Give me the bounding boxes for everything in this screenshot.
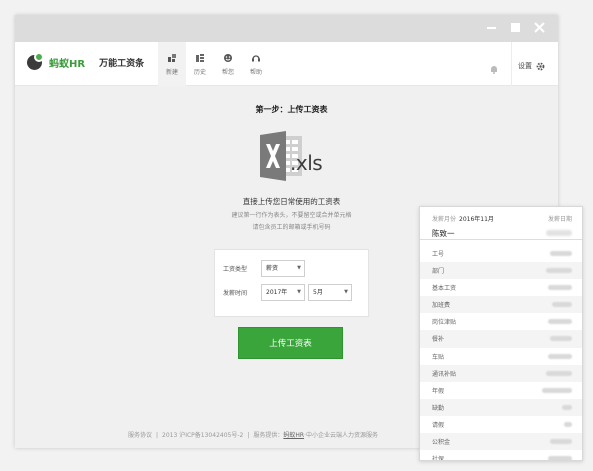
- product-name: 万能工资条: [99, 58, 145, 69]
- service-terms-link[interactable]: 服务协议: [128, 432, 152, 439]
- tab-help-you[interactable]: 帮您: [214, 42, 242, 86]
- blurred-value: [548, 285, 572, 291]
- settings-button[interactable]: 设置: [518, 56, 545, 75]
- payslip-row: 部门: [420, 262, 582, 280]
- payslip-header: 发薪月份 2016年11月 发薪日期 陈致一: [420, 207, 582, 240]
- payslip-row-label: 请假: [432, 421, 445, 429]
- payslip-row-label: 加班费: [432, 302, 451, 310]
- payslip-row-label: 餐补: [432, 336, 445, 344]
- blurred-value: [550, 251, 572, 256]
- employee-name: 陈致一: [432, 229, 455, 238]
- logo[interactable]: 蚂蚁HR 万能工资条: [25, 52, 144, 72]
- blurred-value: [546, 370, 572, 376]
- payslip-row-label: 基本工资: [432, 285, 457, 293]
- step-title: 第一步：上传工资表: [255, 105, 328, 114]
- payslip-row-label: 车贴: [432, 353, 445, 361]
- year-select[interactable]: 2017年 ▼: [261, 284, 305, 301]
- payslip-row: 公积金: [420, 433, 582, 451]
- toolbar-divider: [511, 42, 512, 86]
- payslip-row: 工号: [420, 245, 582, 262]
- title-bar[interactable]: [15, 15, 558, 42]
- payslip-row-label: 社保: [432, 456, 445, 461]
- payslip-row-label: 工号: [432, 251, 445, 258]
- maximize-icon[interactable]: [509, 21, 522, 34]
- blurred-value: [546, 268, 572, 274]
- history-icon: [195, 53, 205, 63]
- payslip-preview: 发薪月份 2016年11月 发薪日期 陈致一 工号部门基本工资加班费岗位津贴餐补车…: [419, 206, 583, 461]
- headset-icon: [251, 53, 261, 63]
- blurred-value: [548, 353, 572, 359]
- provider-suffix: ·中小企业云端人力资源服务: [304, 432, 378, 439]
- salary-type-row: 工资类型 薪资 ▼: [223, 260, 305, 277]
- payslip-row: 请假: [420, 416, 582, 433]
- tab-new[interactable]: 新建: [158, 42, 186, 86]
- payslip-month: 发薪月份 2016年11月: [432, 216, 494, 223]
- tab-help[interactable]: 帮助: [242, 42, 270, 86]
- caret-down-icon: ▼: [344, 289, 348, 295]
- payslip-date-label: 发薪日期: [547, 216, 572, 223]
- excel-file-icon: .xls: [260, 130, 340, 190]
- new-icon: [167, 53, 177, 63]
- provider-link[interactable]: 蚂蚁HR: [283, 432, 304, 439]
- toolbar: 蚂蚁HR 万能工资条 新建 历史 帮您 帮助 设置: [15, 42, 558, 86]
- caret-down-icon: ▼: [297, 289, 301, 295]
- payslip-row: 加班费: [420, 296, 582, 314]
- payslip-row-label: 部门: [432, 268, 445, 276]
- tab-history[interactable]: 历史: [186, 42, 214, 86]
- footer: 服务协议 | 2013 沪ICP备13042405号-2 | 服务提供：蚂蚁HR·中小企…: [128, 432, 378, 439]
- pay-time-label: 发薪时间: [223, 290, 248, 297]
- logo-text: 蚂蚁HR: [49, 58, 86, 70]
- blurred-value: [564, 421, 572, 427]
- blurred-value: [562, 404, 572, 410]
- salary-type-select[interactable]: 薪资 ▼: [261, 260, 305, 277]
- payslip-row-label: 公积金: [432, 439, 451, 447]
- blurred-value: [546, 230, 572, 236]
- window-controls: [485, 21, 546, 34]
- payslip-rows: 工号部门基本工资加班费岗位津贴餐补车贴通讯补贴年假缺勤请假公积金社保: [420, 245, 582, 461]
- salary-type-label: 工资类型: [223, 266, 248, 273]
- payslip-row-label: 年假: [432, 387, 445, 395]
- file-extension: .xls: [290, 151, 323, 175]
- payslip-row-label: 岗位津贴: [432, 319, 457, 327]
- salary-form: 工资类型 薪资 ▼ 发薪时间 2017年 ▼ 5月 ▼: [214, 249, 369, 317]
- smile-icon: [223, 53, 233, 63]
- payslip-row: 年假: [420, 382, 582, 399]
- minimize-icon[interactable]: [485, 21, 498, 34]
- payslip-row: 岗位津贴: [420, 313, 582, 330]
- payslip-row: 通讯补贴: [420, 364, 582, 382]
- caret-down-icon: ▼: [297, 265, 301, 271]
- blurred-value: [548, 456, 572, 460]
- payslip-row: 基本工资: [420, 279, 582, 296]
- pay-time-row: 发薪时间 2017年 ▼ 5月 ▼: [223, 284, 352, 301]
- close-icon[interactable]: [533, 21, 546, 34]
- provider-prefix: 服务提供：: [253, 432, 284, 439]
- payslip-row-label: 通讯补贴: [432, 370, 457, 378]
- settings-label: 设置: [518, 61, 532, 70]
- blurred-value: [552, 302, 572, 308]
- blurred-value: [550, 439, 572, 445]
- copyright-text: 2013 沪ICP备13042405号-2: [162, 432, 244, 439]
- payslip-row: 车贴: [420, 348, 582, 365]
- blurred-value: [550, 336, 572, 342]
- payslip-row-label: 缺勤: [432, 404, 445, 412]
- payslip-row: 缺勤: [420, 398, 582, 416]
- upload-salary-button[interactable]: 上传工资表: [238, 327, 343, 359]
- nav-tabs: 新建 历史 帮您 帮助: [158, 42, 270, 86]
- gear-icon: [536, 56, 545, 75]
- blurred-value: [548, 319, 572, 325]
- payslip-row: 社保: [420, 450, 582, 461]
- ant-logo-icon: [25, 52, 47, 72]
- payslip-row: 餐补: [420, 330, 582, 348]
- month-select[interactable]: 5月 ▼: [308, 284, 352, 301]
- blurred-value: [542, 387, 572, 393]
- bell-icon[interactable]: [489, 59, 499, 74]
